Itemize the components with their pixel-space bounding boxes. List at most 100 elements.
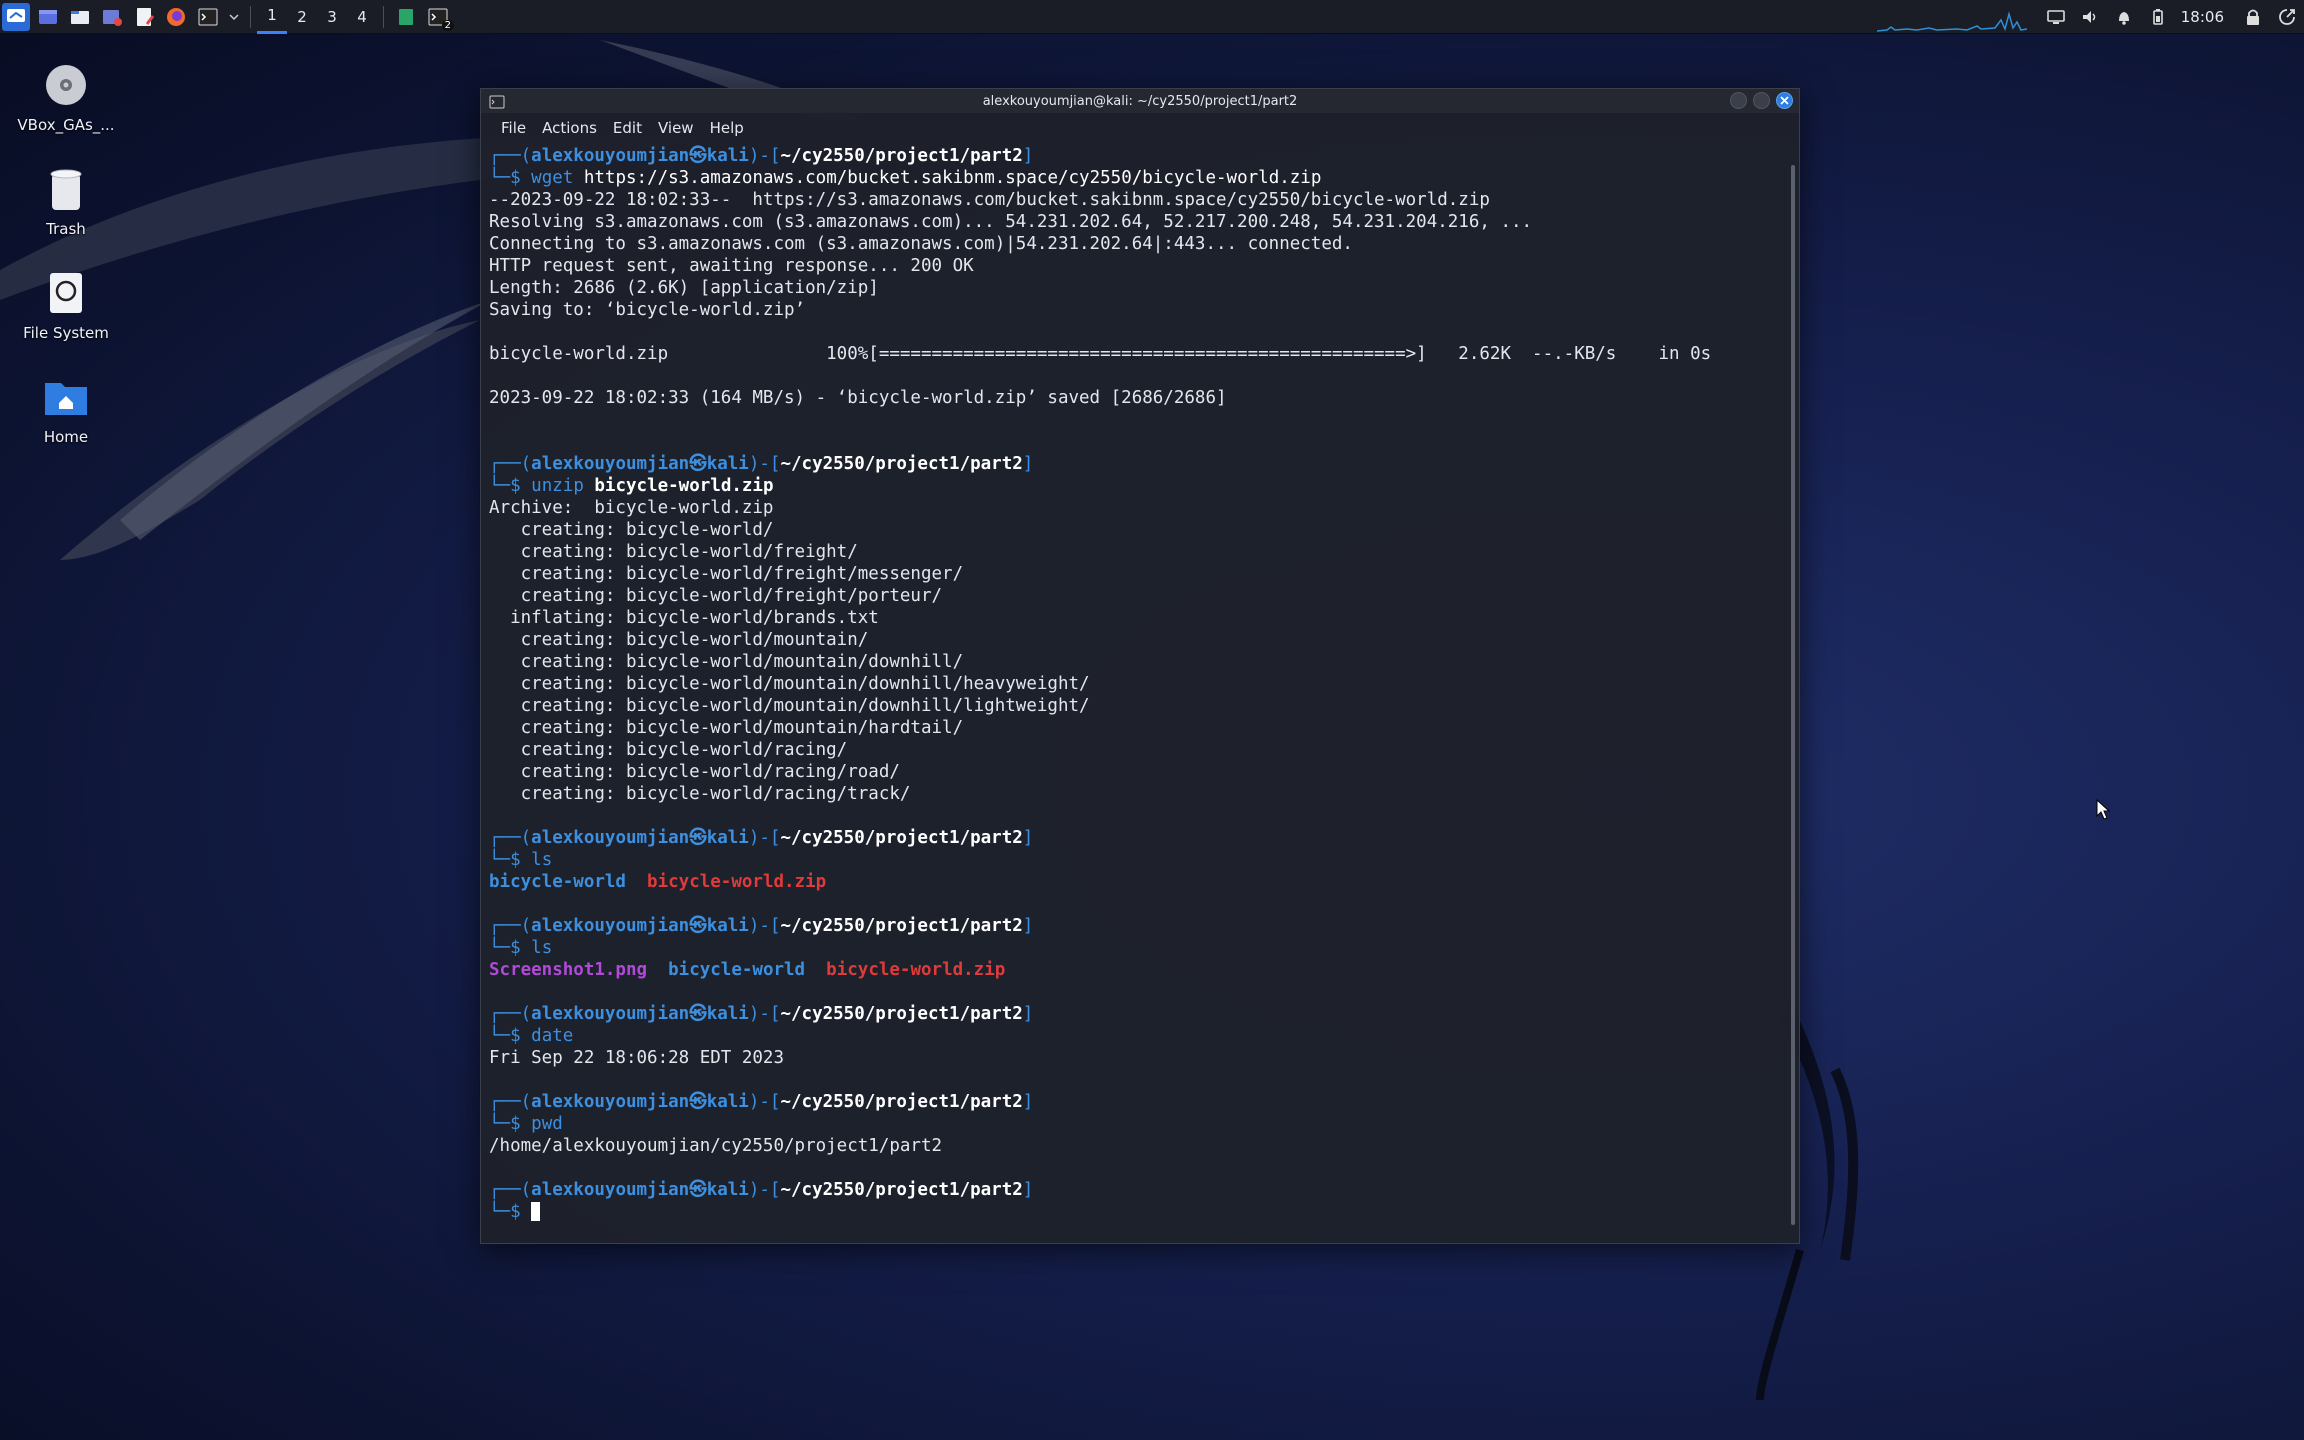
menu-edit[interactable]: Edit (605, 119, 650, 137)
show-desktop-icon[interactable] (34, 3, 62, 31)
prompt-at: ㉿ (689, 1004, 707, 1024)
terminal-launcher-icon[interactable] (194, 3, 222, 31)
prompt-at: ㉿ (689, 1092, 707, 1112)
lock-icon[interactable] (2236, 0, 2270, 34)
clock[interactable]: 18:06 (2175, 8, 2236, 26)
display-icon[interactable] (2039, 0, 2073, 34)
prompt-bracket: ┌──( (489, 1180, 532, 1200)
prompt-bracket: ┌──( (489, 1004, 532, 1024)
volume-icon[interactable] (2073, 0, 2107, 34)
desktop-icon-vbox[interactable]: VBox_GAs_... (8, 60, 124, 134)
wget-output-line: Saving to: ‘bicycle-world.zip’ (489, 300, 806, 320)
prompt-bracket: )-[ (748, 828, 781, 848)
desktop-icon-trash[interactable]: Trash (8, 164, 124, 238)
prompt-bracket: )-[ (748, 916, 781, 936)
prompt-line: ┌──(alexkouyoumjian㉿kali)-[~/cy2550/proj… (489, 453, 1785, 475)
command-args: bicycle-world.zip (583, 476, 774, 496)
menu-help[interactable]: Help (702, 119, 752, 137)
text-cursor (531, 1202, 541, 1221)
workspace-3[interactable]: 3 (317, 0, 347, 34)
logout-icon[interactable] (2270, 0, 2304, 34)
terminal-count-badge: 2 (441, 19, 454, 31)
wget-output-line: HTTP request sent, awaiting response... … (489, 256, 974, 276)
ls-output-line: bicycle-world bicycle-world.zip (489, 871, 1785, 893)
wget-output-line: Connecting to s3.amazonaws.com (s3.amazo… (489, 234, 1353, 254)
desktop-icon-home[interactable]: Home (8, 372, 124, 446)
file-manager-icon[interactable] (66, 3, 94, 31)
prompt-bracket: )-[ (748, 146, 781, 166)
text-editor-icon[interactable] (98, 3, 126, 31)
prompt-bracket: ] (1022, 828, 1034, 848)
prompt-bracket: )-[ (748, 454, 781, 474)
unzip-output-line: creating: bicycle-world/freight/ (489, 542, 858, 562)
prompt-host: kali (706, 454, 749, 474)
trash-icon (41, 164, 91, 214)
prompt-bracket: ┌──( (489, 1092, 532, 1112)
command-line: └─$ wget https://s3.amazonaws.com/bucket… (489, 167, 1785, 189)
command-line: └─$ pwd (489, 1113, 1785, 1135)
wget-output-line: Length: 2686 (2.6K) [application/zip] (489, 278, 879, 298)
prompt-path: ~/cy2550/project1/part2 (780, 828, 1023, 848)
scrollbar[interactable] (1791, 165, 1795, 1225)
prompt-path: ~/cy2550/project1/part2 (780, 916, 1023, 936)
close-button[interactable] (1776, 92, 1793, 109)
notification-bell-icon[interactable] (2107, 0, 2141, 34)
menu-view[interactable]: View (650, 119, 702, 137)
kali-menu-icon[interactable] (2, 2, 30, 31)
battery-icon[interactable] (2141, 0, 2175, 34)
prompt-at: ㉿ (689, 916, 707, 936)
prompt-host: kali (706, 828, 749, 848)
unzip-output-line: creating: bicycle-world/mountain/hardtai… (489, 718, 964, 738)
window-titlebar[interactable]: alexkouyoumjian@kali: ~/cy2550/project1/… (481, 89, 1799, 113)
wget-output-line: bicycle-world.zip 100%[=================… (489, 344, 1712, 364)
prompt-bracket: ] (1022, 1180, 1034, 1200)
firefox-icon[interactable] (162, 3, 190, 31)
unzip-output-line: creating: bicycle-world/mountain/downhil… (489, 652, 964, 672)
prompt-host: kali (706, 1092, 749, 1112)
workspace-1[interactable]: 1 (257, 0, 287, 34)
prompt-bracket: ] (1022, 454, 1034, 474)
prompt-user: alexkouyoumjian (531, 916, 690, 936)
prompt-dollar: $ (510, 168, 521, 188)
wget-output-line: Resolving s3.amazonaws.com (s3.amazonaws… (489, 212, 1533, 232)
prompt-bracket: ] (1022, 146, 1034, 166)
prompt-at: ㉿ (689, 454, 707, 474)
prompt-at: ㉿ (689, 1180, 707, 1200)
chevron-down-icon[interactable] (226, 3, 242, 31)
menu-file[interactable]: File (493, 119, 534, 137)
wget-output-line (489, 365, 1785, 387)
prompt-dollar: $ (510, 476, 521, 496)
command-line: └─$ ls (489, 849, 1785, 871)
prompt-user: alexkouyoumjian (531, 1180, 690, 1200)
taskbar-terminal-icon[interactable]: 2 (424, 3, 454, 31)
prompt-bracket: ┌──( (489, 916, 532, 936)
prompt-line: ┌──(alexkouyoumjian㉿kali)-[~/cy2550/proj… (489, 1091, 1785, 1113)
desktop-icon-filesystem[interactable]: File System (8, 268, 124, 342)
prompt-dollar: $ (510, 938, 521, 958)
workspace-2[interactable]: 2 (287, 0, 317, 34)
prompt-dollar: $ (510, 1202, 521, 1222)
terminal-output[interactable]: ┌──(alexkouyoumjian㉿kali)-[~/cy2550/proj… (489, 145, 1785, 1235)
unzip-output-line: creating: bicycle-world/freight/porteur/ (489, 586, 943, 606)
prompt-bracket: ] (1022, 1092, 1034, 1112)
prompt-corner: └─ (489, 168, 511, 188)
notes-icon[interactable] (130, 3, 158, 31)
minimize-button[interactable] (1730, 92, 1747, 109)
unzip-output-line: Archive: bicycle-world.zip (489, 498, 774, 518)
desktop-icon-label: Trash (46, 220, 86, 238)
menu-actions[interactable]: Actions (534, 119, 605, 137)
taskbar-app-icon[interactable] (392, 3, 420, 31)
prompt-host: kali (706, 1180, 749, 1200)
prompt-user: alexkouyoumjian (531, 828, 690, 848)
command-name: ls (531, 938, 553, 958)
terminal-window[interactable]: alexkouyoumjian@kali: ~/cy2550/project1/… (480, 88, 1800, 1244)
workspace-4[interactable]: 4 (347, 0, 377, 34)
unzip-output-line: creating: bicycle-world/mountain/downhil… (489, 674, 1090, 694)
maximize-button[interactable] (1753, 92, 1770, 109)
